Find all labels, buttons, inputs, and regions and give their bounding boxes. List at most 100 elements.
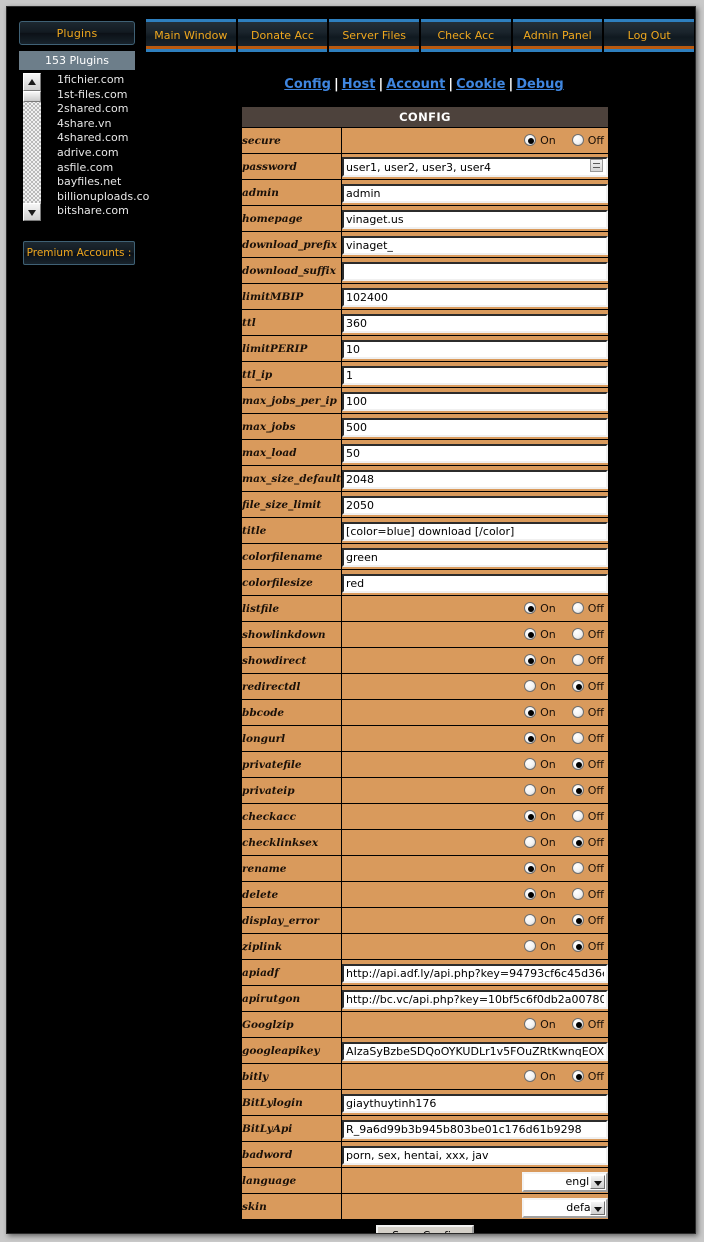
radio-on[interactable]: [524, 940, 537, 952]
radio-off[interactable]: [571, 758, 584, 770]
config-row: ttl_ip: [240, 361, 609, 388]
input-max_jobs_per_ip[interactable]: [342, 392, 608, 411]
plugin-list-item[interactable]: 1st-files.com: [57, 88, 153, 103]
plugin-list-item[interactable]: bayfiles.net: [57, 175, 153, 190]
input-googleapikey[interactable]: [342, 1042, 608, 1061]
chevron-down-icon[interactable]: [590, 1200, 605, 1215]
chevron-down-icon[interactable]: [590, 1174, 605, 1189]
radio-off[interactable]: [571, 862, 584, 874]
config-label: checkacc: [240, 803, 343, 830]
input-download_prefix[interactable]: [342, 236, 608, 255]
input-BitLyApi[interactable]: [342, 1120, 608, 1139]
radio-on[interactable]: [524, 888, 537, 900]
input-ttl_ip[interactable]: [342, 366, 608, 385]
radio-on[interactable]: [524, 654, 537, 666]
section-link-config[interactable]: Config: [284, 77, 331, 92]
plugin-list-item[interactable]: 4share.vn: [57, 117, 153, 132]
input-badword[interactable]: [342, 1146, 608, 1165]
radio-on[interactable]: [524, 758, 537, 770]
plugin-list-item[interactable]: adrive.com: [57, 146, 153, 161]
config-label: limitMBIP: [240, 283, 343, 310]
radio-on[interactable]: [524, 628, 537, 640]
radio-on[interactable]: [524, 134, 537, 146]
radio-off[interactable]: [571, 680, 584, 692]
radio-off[interactable]: [571, 836, 584, 848]
input-ttl[interactable]: [342, 314, 608, 333]
radio-off[interactable]: [571, 706, 584, 718]
scrollbar-track[interactable]: [23, 91, 41, 203]
plugin-list-scrollbar[interactable]: [23, 73, 41, 221]
radio-on[interactable]: [524, 810, 537, 822]
config-value-cell: [341, 985, 609, 1012]
nav-tab-check-acc[interactable]: Check Acc: [420, 19, 512, 52]
radio-off[interactable]: [571, 888, 584, 900]
input-colorfilesize[interactable]: [342, 574, 608, 593]
radio-off[interactable]: [571, 654, 584, 666]
scrollbar-thumb[interactable]: [23, 91, 41, 102]
radio-on[interactable]: [524, 602, 537, 614]
section-link-host[interactable]: Host: [342, 77, 376, 92]
radio-group-checkacc: On Off: [524, 810, 608, 823]
plugins-button[interactable]: Plugins: [19, 21, 135, 45]
plugin-list-item[interactable]: 2shared.com: [57, 102, 153, 117]
select-skin[interactable]: default: [522, 1197, 608, 1218]
radio-on[interactable]: [524, 862, 537, 874]
radio-on[interactable]: [524, 706, 537, 718]
scroll-down-arrow-icon[interactable]: [23, 203, 41, 221]
input-apiadf[interactable]: [342, 964, 608, 983]
radio-off[interactable]: [571, 1070, 584, 1082]
radio-on[interactable]: [524, 1018, 537, 1030]
radio-off[interactable]: [571, 784, 584, 796]
radio-on[interactable]: [524, 680, 537, 692]
radio-off-label: Off: [587, 134, 604, 147]
save-config-button[interactable]: Save Config: [376, 1225, 474, 1233]
plugin-list-item[interactable]: asfile.com: [57, 161, 153, 176]
input-title[interactable]: [342, 522, 608, 541]
section-link-account[interactable]: Account: [386, 77, 445, 92]
plugin-list-item[interactable]: billionuploads.co: [57, 190, 153, 205]
input-colorfilename[interactable]: [342, 548, 608, 567]
radio-off-label: Off: [587, 810, 604, 823]
input-admin[interactable]: [342, 184, 608, 203]
radio-off[interactable]: [571, 134, 584, 146]
radio-on[interactable]: [524, 1070, 537, 1082]
radio-on[interactable]: [524, 836, 537, 848]
radio-off[interactable]: [571, 810, 584, 822]
input-max_size_default[interactable]: [342, 470, 608, 489]
input-limitMBIP[interactable]: [342, 288, 608, 307]
nav-tab-admin-panel[interactable]: Admin Panel: [511, 19, 604, 52]
plugin-list-item[interactable]: 1fichier.com: [57, 73, 153, 88]
nav-tab-main-window[interactable]: Main Window: [145, 19, 237, 52]
scroll-up-arrow-icon[interactable]: [23, 73, 41, 91]
input-file_size_limit[interactable]: [342, 496, 608, 515]
input-limitPERIP[interactable]: [342, 340, 608, 359]
nav-tab-server-files[interactable]: Server Files: [328, 19, 421, 52]
input-password[interactable]: [342, 157, 608, 178]
radio-off[interactable]: [571, 914, 584, 926]
section-link-cookie[interactable]: Cookie: [456, 77, 505, 92]
radio-off[interactable]: [571, 732, 584, 744]
radio-on[interactable]: [524, 914, 537, 926]
radio-off[interactable]: [571, 628, 584, 640]
resize-handle-icon[interactable]: [590, 158, 603, 172]
radio-off[interactable]: [571, 940, 584, 952]
section-link-debug[interactable]: Debug: [516, 77, 563, 92]
radio-on-label: On: [540, 654, 556, 667]
plugin-list-item[interactable]: bitshare.com: [57, 204, 153, 219]
plugin-list-item[interactable]: 4shared.com: [57, 131, 153, 146]
select-language[interactable]: english: [522, 1171, 608, 1192]
input-BitLylogin[interactable]: [342, 1094, 608, 1113]
radio-on[interactable]: [524, 732, 537, 744]
input-max_load[interactable]: [342, 444, 608, 463]
nav-tab-donate-acc[interactable]: Donate Acc: [236, 19, 329, 52]
input-download_suffix[interactable]: [342, 262, 608, 281]
input-max_jobs[interactable]: [342, 418, 608, 437]
nav-tab-log-out[interactable]: Log Out: [603, 19, 695, 52]
radio-off[interactable]: [571, 602, 584, 614]
premium-accounts-button[interactable]: Premium Accounts :: [23, 241, 135, 265]
radio-off[interactable]: [571, 1018, 584, 1030]
input-apirutgon[interactable]: [342, 990, 608, 1009]
radio-on[interactable]: [524, 784, 537, 796]
radio-off-label: Off: [587, 914, 604, 927]
input-homepage[interactable]: [342, 210, 608, 229]
